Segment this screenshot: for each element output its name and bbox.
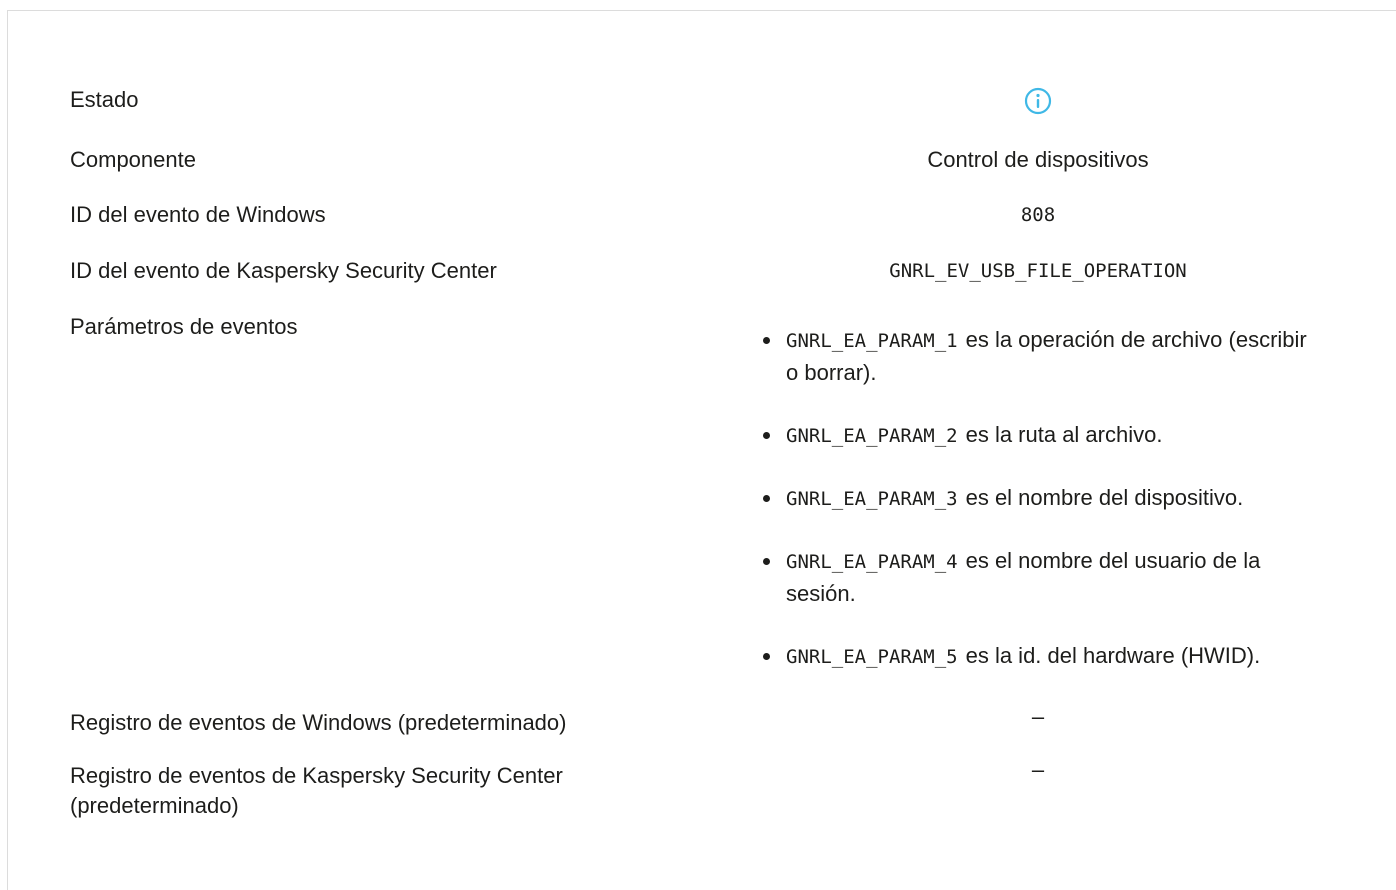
list-item: GNRL_EA_PARAM_3 es el nombre del disposit… — [758, 482, 1318, 515]
param-text: es el nombre del dispositivo. — [965, 485, 1244, 510]
param-code: GNRL_EA_PARAM_4 — [786, 551, 958, 573]
value-windows-log: – — [1031, 704, 1045, 729]
param-code: GNRL_EA_PARAM_3 — [786, 488, 958, 510]
param-code: GNRL_EA_PARAM_1 — [786, 330, 958, 352]
list-item: GNRL_EA_PARAM_5 es la id. del hardware (H… — [758, 640, 1318, 673]
param-text: es la ruta al archivo. — [965, 422, 1163, 447]
param-code: GNRL_EA_PARAM_2 — [786, 425, 958, 447]
label-windows-event-id: ID del evento de Windows — [70, 202, 326, 227]
event-params-list: GNRL_EA_PARAM_1 es la operación de archiv… — [758, 324, 1318, 673]
label-estado: Estado — [70, 87, 139, 112]
value-ksc-log: – — [1031, 757, 1045, 782]
list-item: GNRL_EA_PARAM_2 es la ruta al archivo. — [758, 419, 1318, 452]
info-icon — [1023, 86, 1053, 116]
label-ksc-log: Registro de eventos de Kaspersky Securit… — [70, 763, 563, 818]
param-code: GNRL_EA_PARAM_5 — [786, 646, 958, 668]
list-item: GNRL_EA_PARAM_1 es la operación de archiv… — [758, 324, 1318, 389]
label-event-params: Parámetros de eventos — [70, 314, 298, 339]
value-ksc-event-id: GNRL_EV_USB_FILE_OPERATION — [889, 260, 1187, 282]
value-componente: Control de dispositivos — [927, 147, 1149, 172]
list-item: GNRL_EA_PARAM_4 es el nombre del usuario … — [758, 545, 1318, 610]
label-ksc-event-id: ID del evento de Kaspersky Security Cent… — [70, 258, 497, 283]
label-componente: Componente — [70, 147, 196, 172]
event-details-table: Estado Componente Control de dispositivo… — [7, 10, 1396, 890]
value-windows-event-id: 808 — [1020, 204, 1056, 226]
param-text: es la id. del hardware (HWID). — [965, 643, 1261, 668]
label-windows-log: Registro de eventos de Windows (predeter… — [70, 710, 567, 735]
